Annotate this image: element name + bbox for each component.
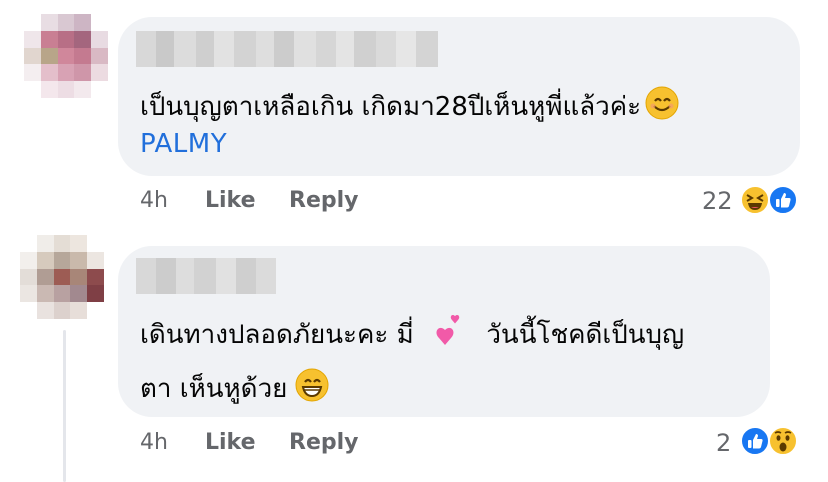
- comment-timestamp[interactable]: 4h: [140, 188, 168, 213]
- like-reaction-icon[interactable]: [768, 185, 798, 215]
- reply-button[interactable]: Reply: [289, 188, 359, 213]
- commenter-name-blurred[interactable]: [136, 31, 438, 67]
- comment-text-line-2: ตา เห็นหูด้วย: [140, 368, 329, 410]
- mention-tag-link[interactable]: PALMY: [140, 129, 227, 159]
- reply-button[interactable]: Reply: [289, 430, 359, 455]
- reaction-count[interactable]: 22: [702, 187, 733, 215]
- reply-thread-line: [63, 330, 66, 482]
- commenter-name-blurred[interactable]: [136, 258, 276, 294]
- comment-text: เป็นบุญตาเหลือเกิน เกิดมา28ปีเห็นหูพี่แล…: [140, 86, 679, 128]
- like-reaction-icon[interactable]: [740, 426, 770, 456]
- smiling-face-emoji: [645, 86, 679, 128]
- like-button[interactable]: Like: [205, 188, 256, 213]
- reaction-count[interactable]: 2: [716, 429, 731, 457]
- comment-text-line-1: เดินทางปลอดภัยนะคะ มี่ วันนี้โชคดีเป็นบุ…: [140, 314, 684, 356]
- wow-reaction-icon[interactable]: [768, 426, 798, 456]
- comment-timestamp[interactable]: 4h: [140, 430, 168, 455]
- like-button[interactable]: Like: [205, 430, 256, 455]
- haha-reaction-icon[interactable]: [740, 185, 770, 215]
- two-hearts-emoji: [432, 314, 468, 356]
- avatar[interactable]: [24, 14, 108, 98]
- avatar[interactable]: [20, 235, 104, 319]
- grinning-face-emoji: [295, 368, 329, 410]
